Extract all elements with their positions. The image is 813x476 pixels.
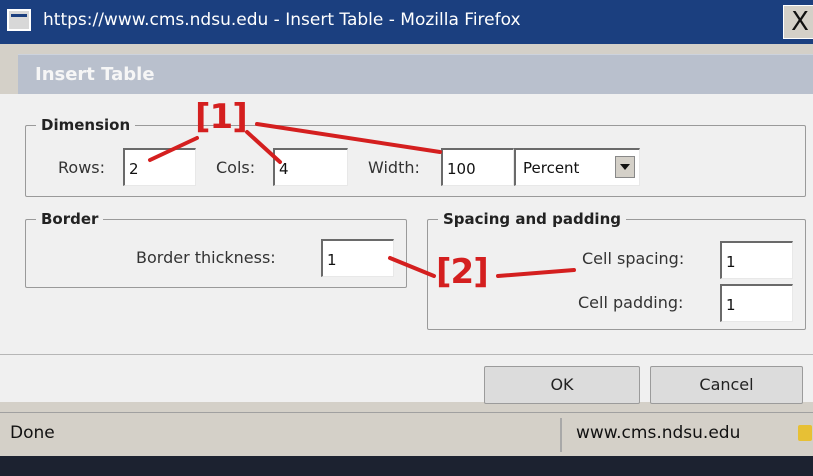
status-divider (560, 418, 562, 452)
status-domain: www.cms.ndsu.edu (576, 423, 741, 443)
annotation-1-width-line (255, 122, 442, 154)
annotation-1-label: [1] (195, 97, 248, 137)
bottom-strip (0, 456, 813, 476)
annotation-1-cols-line (245, 130, 282, 164)
status-text: Done (10, 423, 55, 443)
annotation-2-spacing-line (496, 268, 576, 278)
annotation-2-label: [2] (436, 252, 489, 292)
annotation-2-thickness-line (388, 256, 436, 278)
status-bar: Done www.cms.ndsu.edu (0, 412, 813, 457)
annotation-lines (148, 122, 576, 278)
annotation-1-rows-line (148, 136, 199, 162)
lock-icon[interactable] (798, 425, 812, 441)
